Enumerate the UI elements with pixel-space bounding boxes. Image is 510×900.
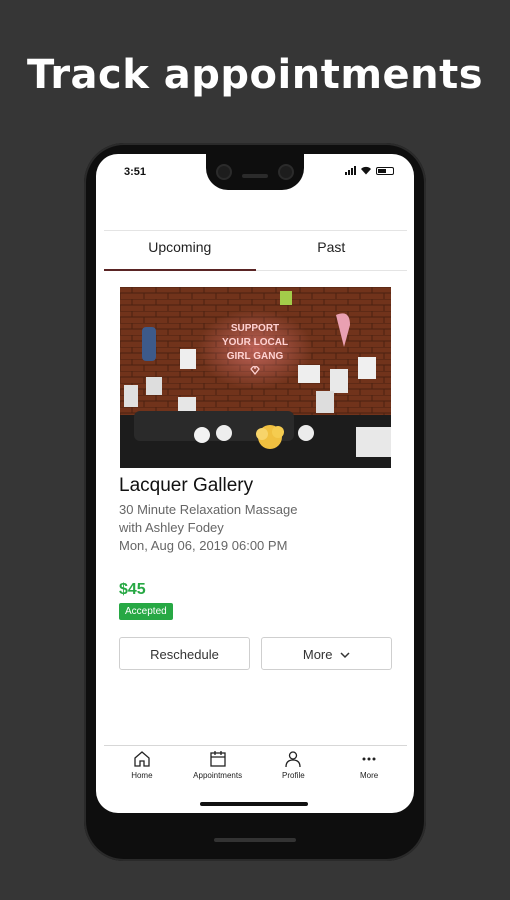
tab-upcoming[interactable]: Upcoming	[104, 231, 256, 271]
home-indicator[interactable]	[200, 802, 308, 806]
camera-notch	[206, 154, 304, 190]
status-badge: Accepted	[119, 603, 173, 620]
reschedule-button[interactable]: Reschedule	[119, 637, 250, 670]
chevron-down-icon	[340, 652, 350, 659]
venue-photo: SUPPORT YOUR LOCAL GIRL GANG	[120, 287, 391, 468]
bottom-navigation: Home Appointments Profile More	[104, 745, 407, 790]
appointment-tabs: Upcoming Past	[104, 230, 407, 271]
status-icons	[345, 166, 394, 175]
venue-name: Lacquer Gallery	[119, 475, 254, 496]
svg-text:SUPPORT: SUPPORT	[231, 323, 279, 334]
nav-appointments[interactable]: Appointments	[180, 746, 256, 790]
wifi-icon	[361, 166, 371, 175]
svg-text:GIRL GANG: GIRL GANG	[227, 351, 284, 362]
home-icon	[134, 751, 150, 767]
more-options-button[interactable]: More	[261, 637, 392, 670]
provider-name: with Ashley Fodey	[119, 520, 224, 535]
front-sensor-icon	[278, 164, 294, 180]
appointment-price: $45	[119, 581, 146, 598]
nav-appointments-label: Appointments	[193, 771, 243, 780]
nav-home-label: Home	[131, 771, 153, 780]
more-options-label: More	[302, 647, 333, 662]
status-time: 3:51	[124, 166, 147, 178]
nav-home[interactable]: Home	[104, 746, 180, 790]
nav-more[interactable]: More	[331, 746, 407, 790]
svg-text:YOUR LOCAL: YOUR LOCAL	[222, 337, 288, 348]
nav-profile[interactable]: Profile	[256, 746, 332, 790]
person-icon	[285, 751, 302, 768]
reschedule-label: Reschedule	[150, 647, 219, 662]
earpiece	[242, 174, 268, 178]
service-name: 30 Minute Relaxation Massage	[119, 502, 298, 517]
appointment-datetime: Mon, Aug 06, 2019 06:00 PM	[119, 538, 288, 553]
app-screen: 3:51 Upcoming Past SUPPORT YOUR LOCAL GI…	[96, 154, 414, 813]
nav-profile-label: Profile	[282, 771, 305, 780]
nav-more-label: More	[360, 771, 379, 780]
ellipsis-icon	[362, 757, 376, 761]
front-camera-icon	[216, 164, 232, 180]
battery-icon	[376, 166, 394, 175]
signal-icon	[345, 166, 356, 175]
calendar-icon	[209, 751, 226, 767]
headline: Track appointments	[26, 52, 484, 98]
phone-speaker	[214, 838, 296, 842]
tab-past[interactable]: Past	[256, 231, 408, 270]
